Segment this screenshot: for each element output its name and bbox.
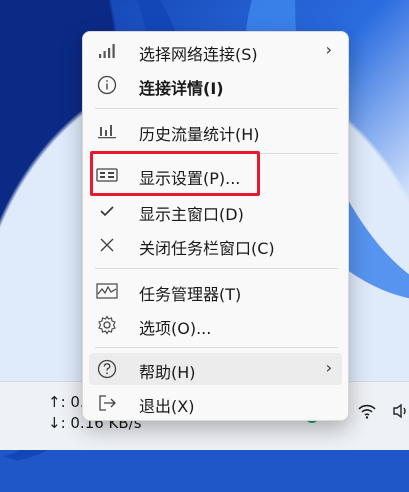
wifi-icon[interactable] [356, 400, 378, 422]
menu-item-label: 显示主窗口(D) [139, 205, 244, 224]
menu-item-close-taskbar-window[interactable]: 关闭任务栏窗口(C) [89, 229, 342, 261]
menu-item-options[interactable]: 选项(O)... [89, 309, 342, 341]
menu-item-display-settings[interactable]: 显示设置(P)... [89, 159, 342, 191]
menu-separator [95, 108, 338, 109]
menu-separator [95, 153, 338, 154]
signal-bars-icon [96, 40, 118, 62]
display-settings-icon [96, 164, 118, 186]
menu-item-label: 任务管理器(T) [139, 285, 242, 304]
menu-item-label: 历史流量统计(H) [139, 125, 260, 144]
menu-item-exit[interactable]: 退出(X) [89, 387, 342, 419]
task-manager-icon [96, 280, 118, 302]
menu-separator [95, 347, 338, 348]
checkmark-icon [96, 200, 118, 222]
menu-item-label: 选项(O)... [139, 319, 212, 338]
menu-item-label: 连接详情(I) [139, 79, 224, 98]
chevron-right-icon: › [325, 358, 332, 377]
menu-item-connection-details[interactable]: 连接详情(I) [89, 69, 342, 101]
menu-separator [95, 268, 338, 269]
menu-item-show-main-window[interactable]: 显示主窗口(D) [89, 195, 342, 227]
chevron-right-icon: › [325, 40, 332, 59]
close-icon [96, 234, 118, 256]
menu-item-label: 退出(X) [139, 397, 195, 416]
menu-item-traffic-history[interactable]: 历史流量统计(H) [89, 115, 342, 147]
menu-item-help[interactable]: 帮助(H) › [89, 353, 342, 385]
menu-item-label: 选择网络连接(S) [139, 45, 258, 64]
menu-item-select-network[interactable]: 选择网络连接(S) › [89, 35, 342, 67]
bar-chart-icon [96, 120, 118, 142]
context-menu: 选择网络连接(S) › 连接详情(I) 历史流量统计(H) 显示设置(P)...… [82, 31, 349, 421]
volume-icon[interactable] [390, 400, 409, 422]
menu-item-task-manager[interactable]: 任务管理器(T) [89, 275, 342, 307]
exit-icon [96, 392, 118, 414]
menu-item-label: 显示设置(P)... [139, 169, 241, 188]
gear-icon [96, 314, 118, 336]
menu-item-label: 关闭任务栏窗口(C) [139, 239, 275, 258]
help-icon [96, 358, 118, 380]
menu-item-label: 帮助(H) [139, 363, 196, 382]
info-icon [96, 74, 118, 96]
